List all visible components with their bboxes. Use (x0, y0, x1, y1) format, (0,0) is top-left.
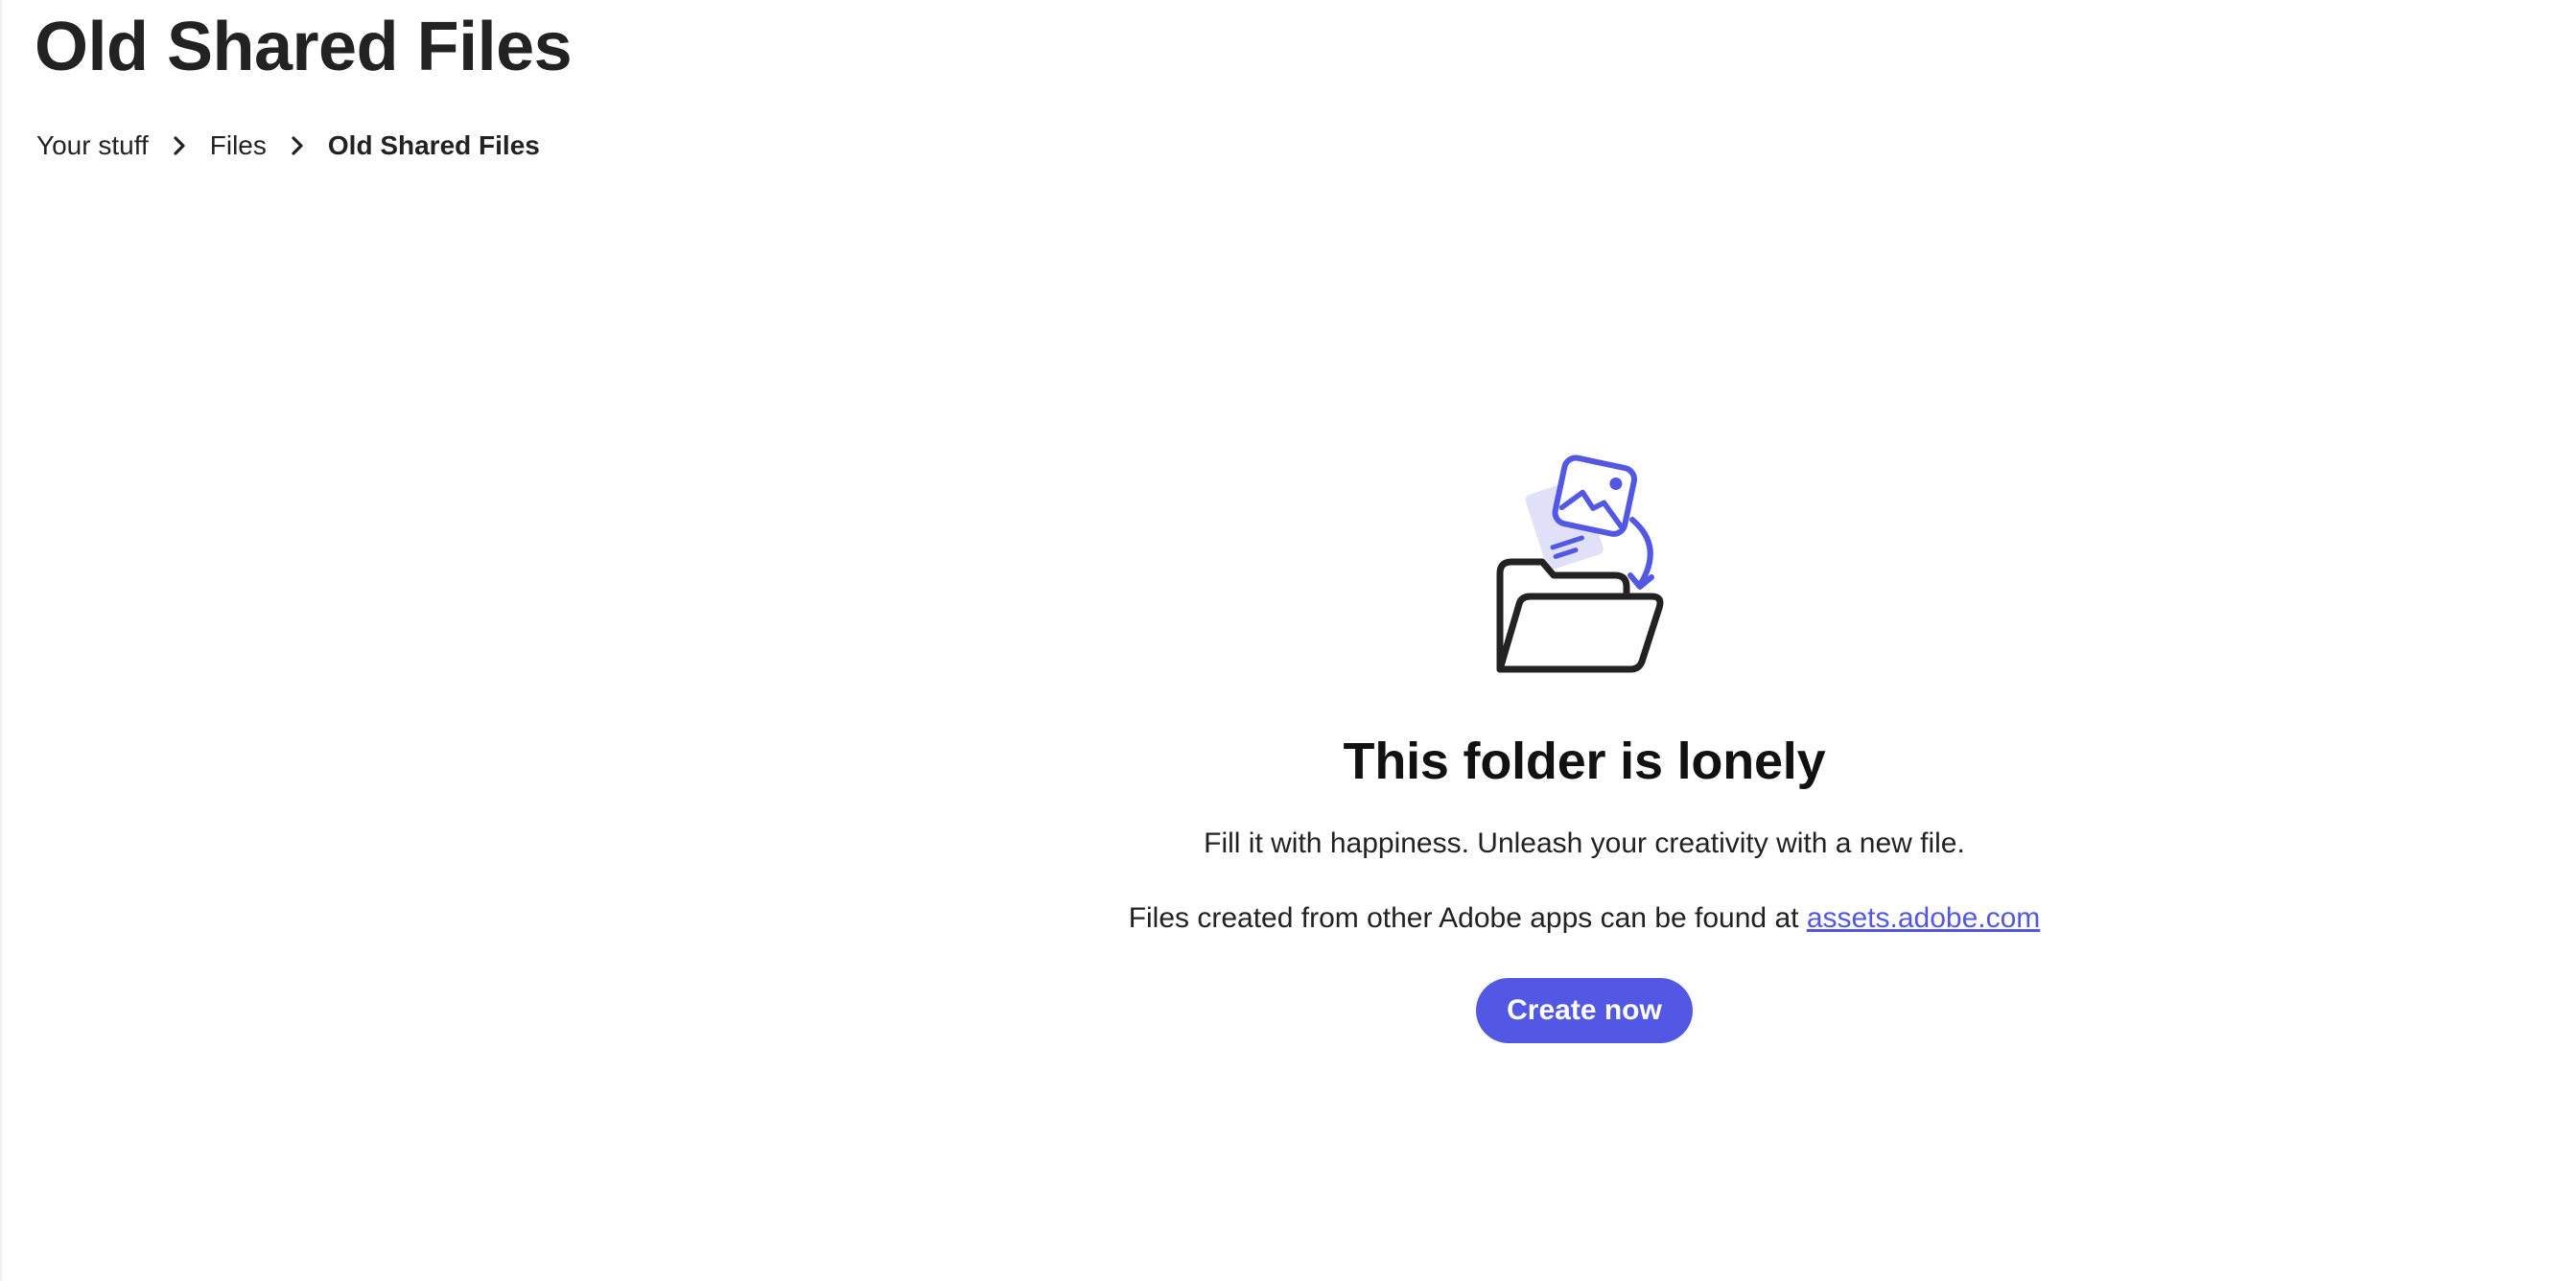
page-title: Old Shared Files (35, 9, 573, 85)
chevron-right-icon (168, 134, 191, 157)
chevron-right-icon (286, 134, 309, 157)
empty-state-note: Files created from other Adobe apps can … (1129, 899, 2041, 938)
folder-with-image-file-icon (1487, 451, 1678, 681)
breadcrumb-item-your-stuff[interactable]: Your stuff (36, 127, 149, 165)
assets-link[interactable]: assets.adobe.com (1807, 902, 2040, 934)
empty-state-title: This folder is lonely (1343, 733, 1826, 790)
empty-state-description: Fill it with happiness. Unleash your cre… (1204, 827, 1965, 859)
page-root: Old Shared Files Your stuff Files Old Sh… (0, 0, 2576, 1281)
breadcrumb: Your stuff Files Old Shared Files (36, 127, 540, 165)
breadcrumb-item-files[interactable]: Files (210, 127, 267, 165)
empty-state-note-text: Files created from other Adobe apps can … (1128, 902, 1799, 934)
create-now-button[interactable]: Create now (1476, 978, 1693, 1043)
empty-state: This folder is lonely Fill it with happi… (1105, 451, 2064, 1043)
breadcrumb-item-current: Old Shared Files (327, 130, 540, 160)
